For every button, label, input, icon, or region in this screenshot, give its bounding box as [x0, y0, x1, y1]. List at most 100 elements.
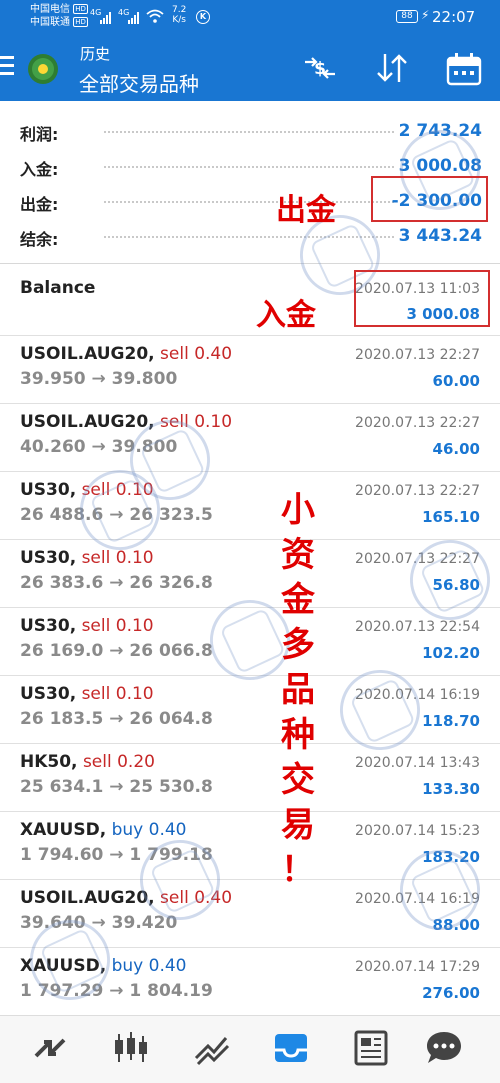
signal-icon-1 — [100, 12, 111, 24]
vertical-annotation: 小资金多品种交易 ！ — [278, 488, 318, 893]
trade-title: XAUUSD, buy 0.40 — [20, 820, 186, 840]
vertical-annotation-char: ！ — [281, 850, 315, 890]
trade-profit: 165.10 — [422, 508, 480, 526]
svg-text:$: $ — [314, 59, 326, 79]
summary-row-balance: 结余: 3 443.24 — [20, 222, 482, 252]
trade-side: buy — [111, 956, 144, 976]
news-icon[interactable] — [350, 1028, 390, 1068]
status-bar: 中国电信 HD 中国联通 HD 4G 4G 7.2 K/s K 88 ⚡ 22:… — [0, 0, 500, 34]
vertical-annotation-char: 多 — [281, 625, 315, 665]
history-icon[interactable] — [271, 1028, 311, 1068]
trade-date: 2020.07.13 22:27 — [355, 415, 480, 431]
summary-value: 3 443.24 — [398, 226, 482, 246]
trade-symbol: USOIL.AUG20, — [20, 344, 155, 364]
trade-prices: 25 634.1 → 25 530.8 — [20, 777, 213, 797]
calendar-icon[interactable] — [446, 52, 482, 86]
trade-symbol: US30, — [20, 616, 77, 636]
hd-badge-1: HD — [73, 4, 88, 14]
vertical-annotation-char: 品 — [281, 670, 315, 710]
trade-volume: 0.10 — [115, 616, 154, 636]
trade-symbol: XAUUSD, — [20, 820, 107, 840]
symbol-filter[interactable]: 全部交易品种 — [79, 68, 199, 97]
trade-prices: 26 183.5 → 26 064.8 — [20, 709, 213, 729]
trade-side: sell — [81, 684, 111, 704]
trade-title: USOIL.AUG20, sell 0.40 — [20, 344, 232, 364]
trade-prices: 26 169.0 → 26 066.8 — [20, 641, 213, 661]
trade-volume: 0.40 — [148, 956, 187, 976]
status-time: 22:07 — [432, 8, 476, 26]
deposit-highlight-box — [354, 270, 490, 327]
trade-profit: 133.30 — [422, 780, 480, 798]
page-title: 历史 — [80, 45, 111, 63]
trade-date: 2020.07.14 17:29 — [355, 959, 480, 975]
dot-leader — [104, 201, 394, 203]
charging-icon: ⚡ — [421, 8, 430, 22]
trade-title: US30, sell 0.10 — [20, 616, 154, 636]
trade-symbol: US30, — [20, 548, 77, 568]
trade-profit: 60.00 — [432, 372, 480, 390]
trade-symbol: HK50, — [20, 752, 78, 772]
dot-leader — [104, 131, 394, 133]
trade-symbol: US30, — [20, 480, 77, 500]
bottom-navigation — [0, 1015, 500, 1083]
trade-symbol: USOIL.AUG20, — [20, 888, 155, 908]
trade-row[interactable]: US30, sell 0.10 26 183.5 → 26 064.8 2020.0… — [0, 676, 500, 744]
trade-side: sell — [81, 616, 111, 636]
menu-icon[interactable] — [0, 56, 14, 76]
trade-profit: 46.00 — [432, 440, 480, 458]
chat-icon[interactable] — [424, 1028, 464, 1068]
trade-side: sell — [81, 548, 111, 568]
trade-icon[interactable] — [192, 1028, 232, 1068]
trade-volume: 0.10 — [194, 412, 233, 432]
vertical-annotation-char: 金 — [281, 580, 315, 620]
quotes-icon[interactable] — [30, 1028, 70, 1068]
trade-prices: 39.950 → 39.800 — [20, 369, 178, 389]
carrier-2: 中国联通 — [30, 17, 70, 28]
sort-icon[interactable] — [374, 52, 410, 84]
trade-title: USOIL.AUG20, sell 0.10 — [20, 412, 232, 432]
trade-symbol: US30, — [20, 684, 77, 704]
trade-profit: 276.00 — [422, 984, 480, 1002]
network-speed: 7.2 K/s — [172, 5, 187, 25]
k-badge-icon: K — [196, 10, 210, 24]
chart-icon[interactable] — [111, 1028, 151, 1068]
trade-date: 2020.07.13 22:27 — [355, 483, 480, 499]
summary-label: 出金: — [20, 195, 59, 214]
trade-row[interactable]: USOIL.AUG20, sell 0.40 39.950 → 39.800 202… — [0, 336, 500, 404]
app-logo — [28, 54, 58, 84]
app-bar: 历史 全部交易品种 $ — [0, 34, 500, 101]
summary-label: 利润: — [20, 125, 59, 144]
signal-icon-2 — [128, 12, 139, 24]
trade-title: US30, sell 0.10 — [20, 684, 154, 704]
trade-prices: 26 383.6 → 26 326.8 — [20, 573, 213, 593]
battery-icon: 88 — [396, 10, 418, 23]
trade-symbol: USOIL.AUG20, — [20, 412, 155, 432]
carrier-info: 中国电信 HD 中国联通 HD — [30, 3, 88, 29]
currency-exchange-icon[interactable]: $ — [302, 52, 338, 84]
trade-date: 2020.07.14 15:23 — [355, 823, 480, 839]
summary-label: 结余: — [20, 230, 59, 249]
trade-side: buy — [111, 820, 144, 840]
trade-volume: 0.40 — [148, 820, 187, 840]
summary-label: 入金: — [20, 160, 59, 179]
trade-row[interactable]: USOIL.AUG20, sell 0.10 40.260 → 39.800 202… — [0, 404, 500, 472]
vertical-annotation-char: 种 — [281, 715, 315, 755]
balance-label: Balance — [20, 278, 96, 298]
trade-profit: 118.70 — [422, 712, 480, 730]
trade-date: 2020.07.14 13:43 — [355, 755, 480, 771]
withdrawal-annotation: 出金 — [276, 193, 336, 228]
trade-volume: 0.10 — [115, 548, 154, 568]
vertical-annotation-char: 交 — [281, 760, 315, 800]
withdrawal-highlight-box — [371, 176, 488, 222]
trade-side: sell — [82, 752, 112, 772]
trade-volume: 0.20 — [117, 752, 155, 772]
deposit-annotation: 入金 — [256, 298, 316, 333]
vertical-annotation-char: 小 — [281, 490, 315, 530]
trade-row[interactable]: US30, sell 0.10 26 488.6 → 26 323.5 2020.0… — [0, 472, 500, 540]
trade-title: HK50, sell 0.20 — [20, 752, 155, 772]
trade-row[interactable]: HK50, sell 0.20 25 634.1 → 25 530.8 2020.0… — [0, 744, 500, 812]
trade-title: US30, sell 0.10 — [20, 548, 154, 568]
wifi-icon — [146, 9, 164, 23]
trade-profit: 102.20 — [422, 644, 480, 662]
dot-leader — [104, 166, 394, 168]
